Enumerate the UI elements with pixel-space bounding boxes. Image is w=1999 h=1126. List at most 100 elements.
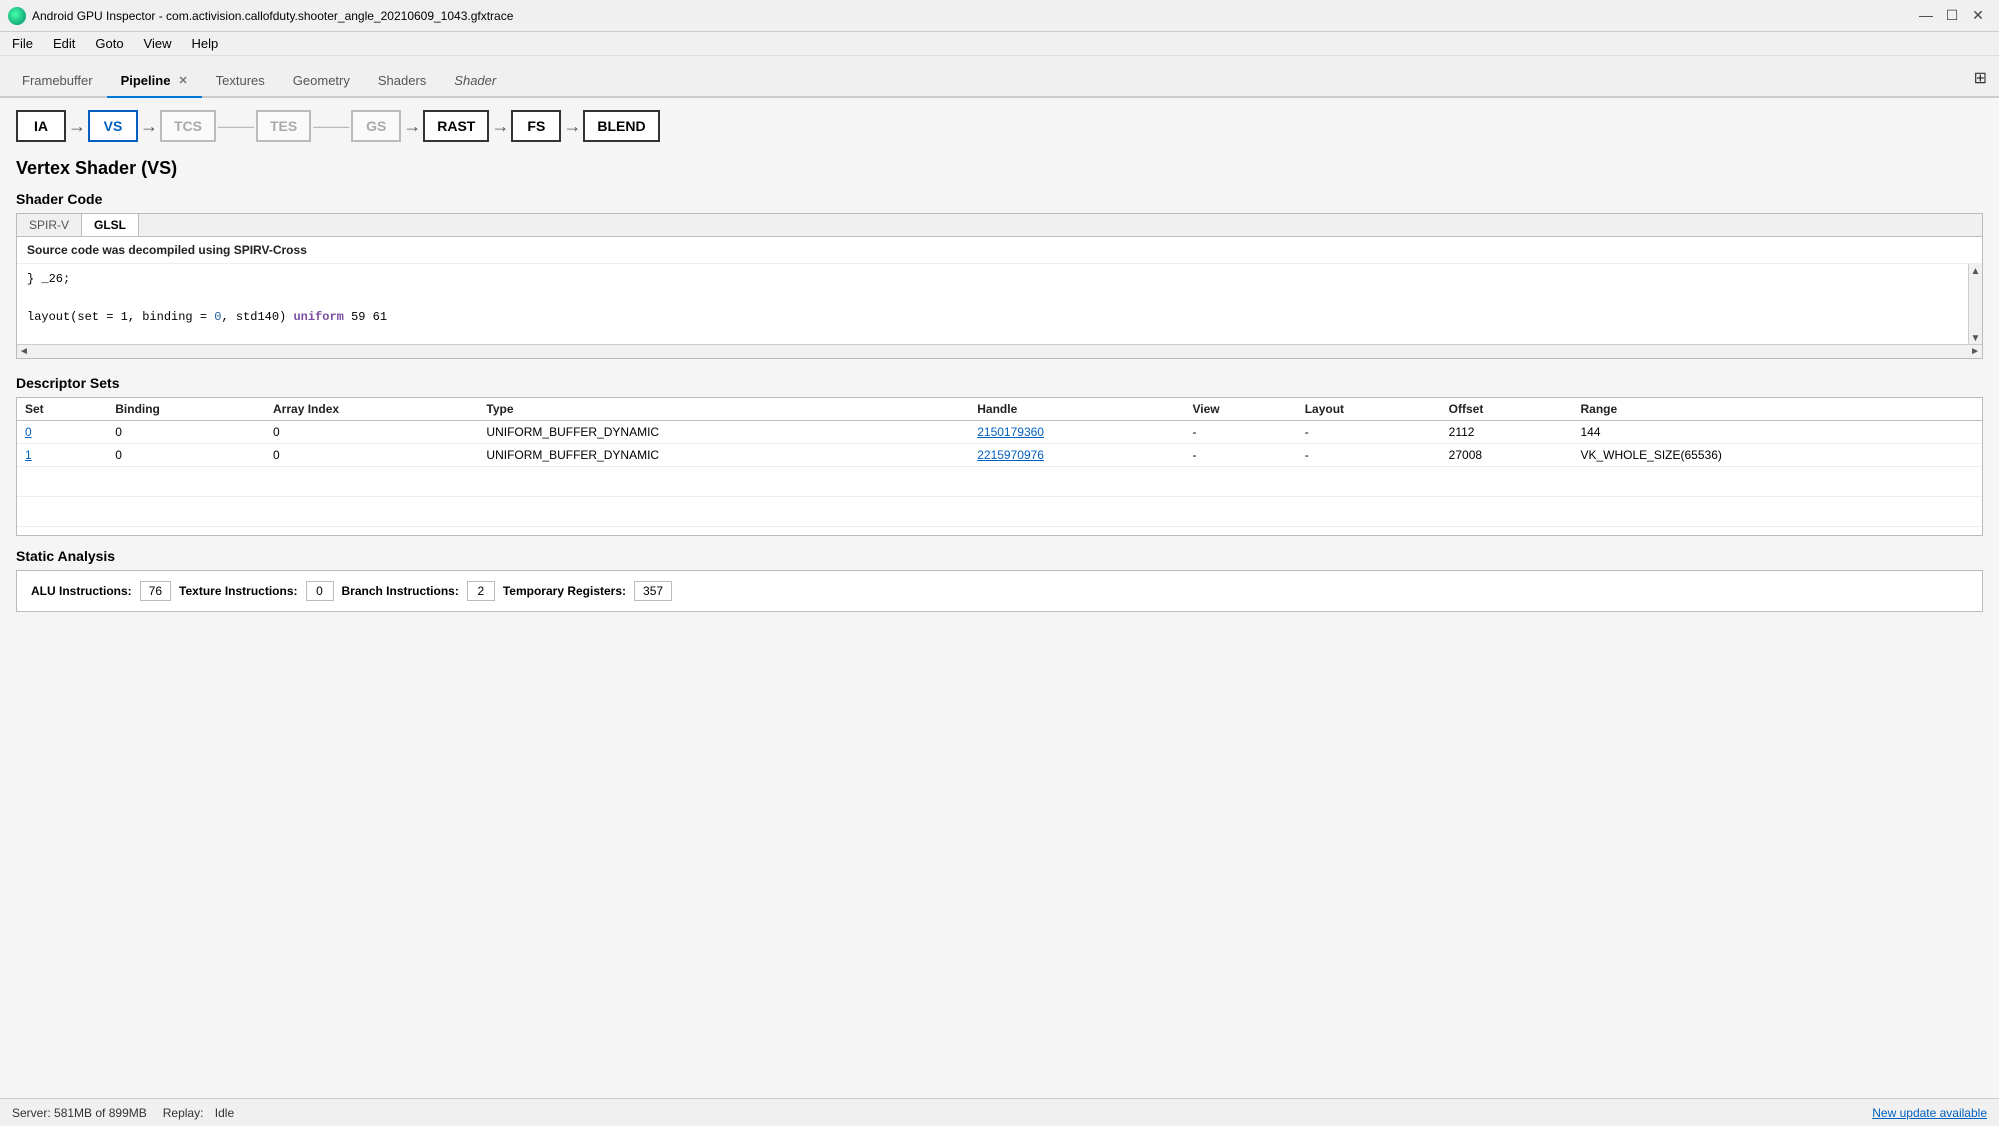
tab-geometry[interactable]: Geometry: [279, 65, 364, 98]
code-keyword-uniform: uniform: [293, 310, 343, 324]
temp-reg-value: 357: [634, 581, 672, 601]
cell-offset-1: 27008: [1441, 444, 1573, 467]
alu-label: ALU Instructions:: [31, 584, 132, 598]
pipeline-node-tes[interactable]: TES: [256, 110, 311, 142]
code-layout2: , std140): [221, 310, 293, 324]
pipeline-node-fs[interactable]: FS: [511, 110, 561, 142]
tab-shaders[interactable]: Shaders: [364, 65, 440, 98]
code-tab-glsl[interactable]: GLSL: [82, 214, 139, 236]
menu-file[interactable]: File: [4, 34, 41, 53]
decompile-note: Source code was decompiled using SPIRV-C…: [17, 237, 1982, 264]
cell-handle-1: 2215970976: [969, 444, 1184, 467]
branch-label: Branch Instructions:: [342, 584, 459, 598]
cell-type-1: UNIFORM_BUFFER_DYNAMIC: [478, 444, 969, 467]
col-array-index: Array Index: [265, 398, 478, 421]
cell-set-0: 0: [17, 421, 107, 444]
arrow-rast-fs: →: [491, 116, 509, 137]
menubar: File Edit Goto View Help: [0, 32, 1999, 56]
cell-range-1: VK_WHOLE_SIZE(65536): [1572, 444, 1982, 467]
pipeline-node-ia[interactable]: IA: [16, 110, 66, 142]
col-range: Range: [1572, 398, 1982, 421]
code-layout3: 59 61: [344, 310, 387, 324]
horizontal-scrollbar[interactable]: ◄ ►: [17, 344, 1982, 358]
pipeline-node-blend[interactable]: BLEND: [583, 110, 659, 142]
col-type: Type: [478, 398, 969, 421]
scroll-down-arrow[interactable]: ▼: [1971, 333, 1981, 344]
scroll-right-arrow[interactable]: ►: [1970, 346, 1980, 357]
pipeline-diagram: IA → VS → TCS —— TES —— GS → RAST → FS →…: [16, 110, 1983, 142]
pipeline-node-rast[interactable]: RAST: [423, 110, 489, 142]
scroll-left-arrow[interactable]: ◄: [19, 346, 29, 357]
maximize-button[interactable]: ☐: [1943, 6, 1961, 24]
menu-edit[interactable]: Edit: [45, 34, 83, 53]
col-handle: Handle: [969, 398, 1184, 421]
scroll-up-arrow[interactable]: ▲: [1971, 266, 1981, 277]
handle-link-0[interactable]: 2150179360: [977, 425, 1044, 439]
cell-range-0: 144: [1572, 421, 1982, 444]
code-line-1: } _26;: [27, 270, 1964, 289]
cell-array-0: 0: [265, 421, 478, 444]
code-tabs: SPIR-V GLSL: [17, 214, 1982, 237]
static-analysis-title: Static Analysis: [16, 548, 1983, 564]
cell-array-1: 0: [265, 444, 478, 467]
arrow-tes-gs: ——: [313, 116, 349, 137]
code-layout: layout(set = 1, binding =: [27, 310, 214, 324]
replay-label: Replay:: [163, 1106, 204, 1120]
main-content: IA → VS → TCS —— TES —— GS → RAST → FS →…: [0, 98, 1999, 1098]
update-link[interactable]: New update available: [1872, 1106, 1987, 1120]
vertical-scrollbar[interactable]: ▲ ▼: [1968, 264, 1982, 344]
cell-handle-0: 2150179360: [969, 421, 1184, 444]
table-row-empty: [17, 467, 1982, 497]
arrow-gs-rast: →: [403, 116, 421, 137]
pipeline-node-gs[interactable]: GS: [351, 110, 401, 142]
descriptor-sets-table-wrapper: Set Binding Array Index Type Handle View…: [16, 397, 1983, 536]
pipeline-node-tcs[interactable]: TCS: [160, 110, 216, 142]
set-link-0[interactable]: 0: [25, 425, 32, 439]
tab-close-pipeline[interactable]: ✕: [178, 74, 187, 87]
tab-shader[interactable]: Shader: [440, 65, 510, 98]
col-binding: Binding: [107, 398, 265, 421]
cell-layout-1: -: [1297, 444, 1441, 467]
cell-layout-0: -: [1297, 421, 1441, 444]
menu-goto[interactable]: Goto: [87, 34, 131, 53]
cell-view-0: -: [1184, 421, 1296, 444]
descriptor-sets-title: Descriptor Sets: [16, 375, 1983, 391]
pipeline-node-vs[interactable]: VS: [88, 110, 138, 142]
texture-value: 0: [306, 581, 334, 601]
col-layout: Layout: [1297, 398, 1441, 421]
tab-pipeline[interactable]: Pipeline ✕: [107, 65, 202, 98]
arrow-vs-tcs: →: [140, 116, 158, 137]
code-tab-spirv[interactable]: SPIR-V: [17, 214, 82, 236]
tab-framebuffer[interactable]: Framebuffer: [8, 65, 107, 98]
minimize-button[interactable]: —: [1917, 6, 1935, 24]
close-button[interactable]: ✕: [1969, 6, 1987, 24]
code-line-2: [27, 289, 1964, 308]
arrow-ia-vs: →: [68, 116, 86, 137]
grid-layout-icon[interactable]: ⊞: [1974, 68, 1987, 88]
section-title: Vertex Shader (VS): [16, 158, 1983, 179]
titlebar: Android GPU Inspector - com.activision.c…: [0, 0, 1999, 32]
menu-view[interactable]: View: [136, 34, 180, 53]
table-header-row: Set Binding Array Index Type Handle View…: [17, 398, 1982, 421]
app-icon: [8, 7, 26, 25]
table-row: 1 0 0 UNIFORM_BUFFER_DYNAMIC 2215970976 …: [17, 444, 1982, 467]
tab-textures[interactable]: Textures: [202, 65, 279, 98]
window-title: Android GPU Inspector - com.activision.c…: [32, 9, 1991, 23]
cell-view-1: -: [1184, 444, 1296, 467]
cell-binding-0: 0: [107, 421, 265, 444]
descriptor-sets-table: Set Binding Array Index Type Handle View…: [17, 398, 1982, 527]
code-line-3: layout(set = 1, binding = 0, std140) uni…: [27, 308, 1964, 327]
replay-status: Idle: [215, 1106, 234, 1120]
col-offset: Offset: [1441, 398, 1573, 421]
cell-set-1: 1: [17, 444, 107, 467]
col-set: Set: [17, 398, 107, 421]
menu-help[interactable]: Help: [184, 34, 227, 53]
set-link-1[interactable]: 1: [25, 448, 32, 462]
cell-binding-1: 0: [107, 444, 265, 467]
handle-link-1[interactable]: 2215970976: [977, 448, 1044, 462]
shader-code-title: Shader Code: [16, 191, 1983, 207]
temp-reg-label: Temporary Registers:: [503, 584, 626, 598]
alu-value: 76: [140, 581, 171, 601]
table-row-empty: [17, 497, 1982, 527]
server-status: Server: 581MB of 899MB: [12, 1106, 147, 1120]
